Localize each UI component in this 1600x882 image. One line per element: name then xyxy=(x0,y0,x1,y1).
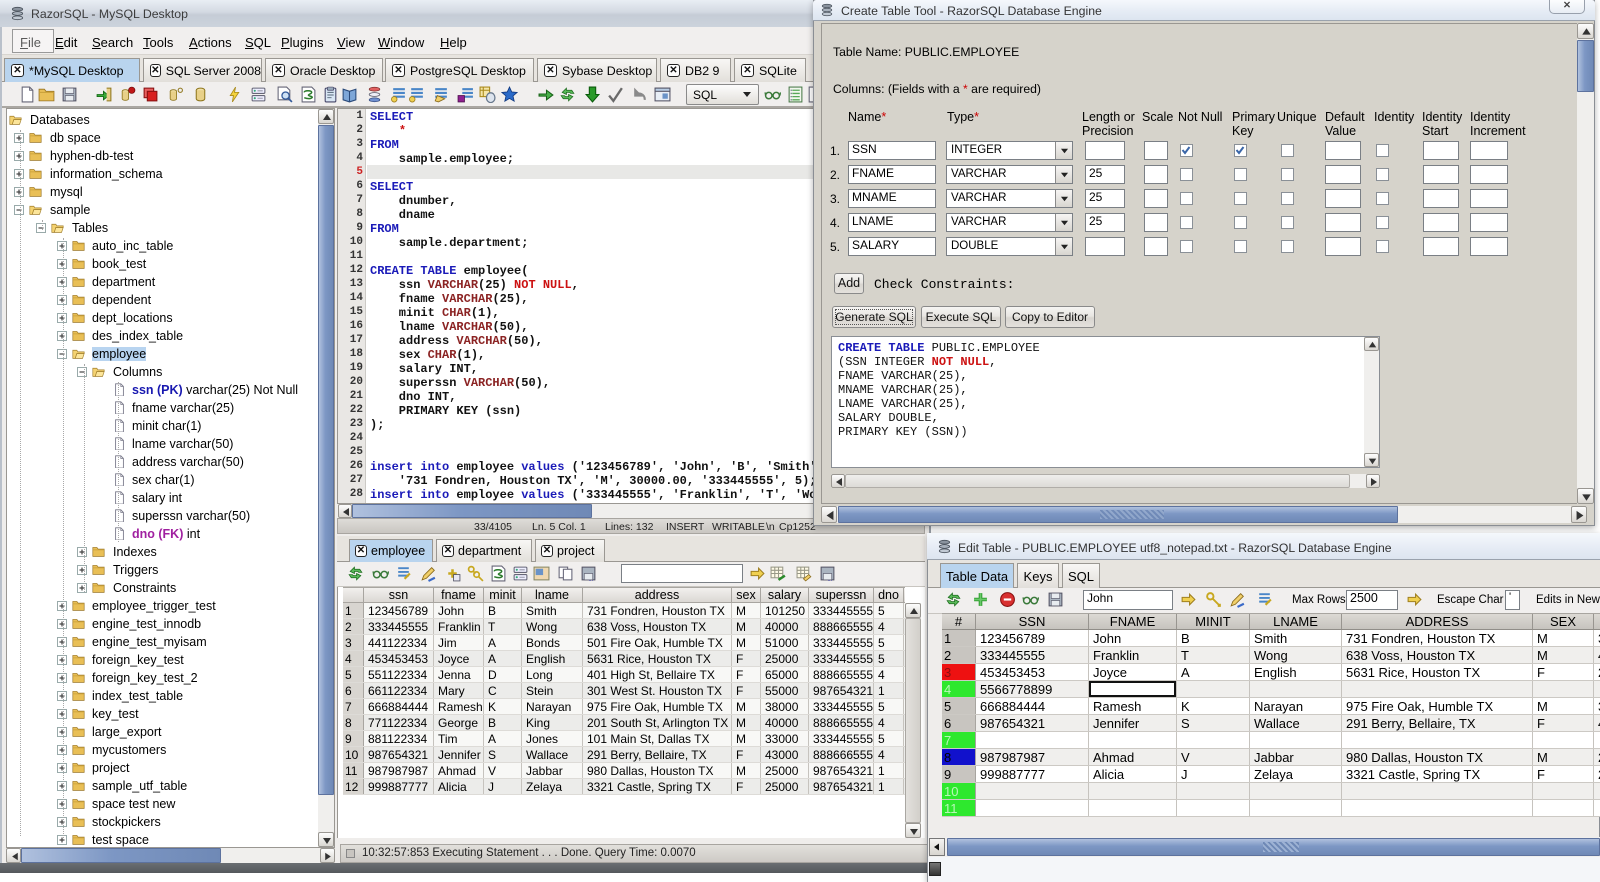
svg-text:...: ... xyxy=(828,577,832,582)
svg-text:...: ... xyxy=(589,577,593,582)
